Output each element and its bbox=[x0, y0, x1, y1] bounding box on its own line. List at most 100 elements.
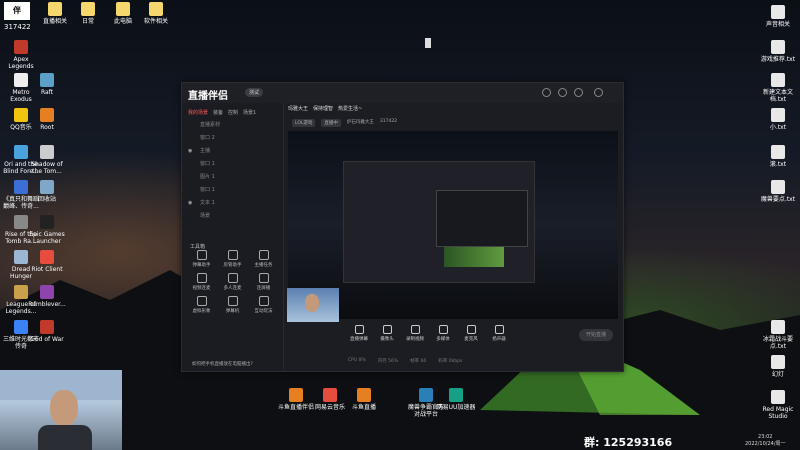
desktop-shortcut-col2-7[interactable]: God of War bbox=[27, 320, 67, 343]
control-button[interactable]: 摄像头 bbox=[376, 323, 398, 351]
minimize-icon[interactable] bbox=[542, 88, 551, 97]
left-tabs: 我的场景 装备 控制 场景1 bbox=[182, 103, 283, 118]
status-metric: 内存 56% bbox=[377, 359, 399, 364]
icon-label: 网易UU加速器 bbox=[436, 404, 476, 411]
desktop-shortcut-col2-3[interactable]: 回收站 bbox=[27, 180, 67, 203]
desktop-file-right-1[interactable]: 游戏推荐.txt bbox=[758, 40, 798, 63]
scene-source-label: 主播 bbox=[200, 148, 211, 154]
desktop-file-right-6[interactable]: 冰霜战斗要点.txt bbox=[758, 320, 798, 350]
desktop-shortcut-col2-1[interactable]: Root bbox=[27, 108, 67, 131]
scene-source-row[interactable]: 窗口 1 bbox=[182, 157, 283, 170]
live-streaming-companion-window[interactable]: 直播伴侣 测试 我的场景 装备 控制 场景1 直播素材窗口 2 ◉ 主播窗口 1 图片… bbox=[181, 82, 624, 372]
toolbox-item[interactable]: 连屏播 bbox=[248, 273, 279, 291]
scene-source-label: 窗口 1 bbox=[200, 187, 215, 193]
desktop-file-right-8[interactable]: Red Magic Studio bbox=[758, 390, 798, 420]
scene-source-label: 直播素材 bbox=[200, 122, 221, 128]
version-badge[interactable]: 测试 bbox=[245, 88, 264, 97]
control-button[interactable]: 扬声器 bbox=[488, 323, 510, 351]
control-label: 录制视频 bbox=[406, 337, 424, 342]
toolbox-item[interactable]: 视频连麦 bbox=[186, 273, 217, 291]
webcam-overlay bbox=[0, 370, 122, 450]
control-label: 直播弹幕 bbox=[350, 337, 368, 342]
desktop-file-right-3[interactable]: 小.txt bbox=[758, 108, 798, 131]
toolbox-item[interactable]: 互动玩法 bbox=[248, 296, 279, 314]
close-icon[interactable] bbox=[594, 88, 603, 97]
control-button[interactable]: 多媒体 bbox=[432, 323, 454, 351]
help-tip-link[interactable]: 如何把手机直播放在电脑播出? bbox=[192, 361, 253, 367]
icon-label: Shadow of the Tom... bbox=[31, 161, 63, 175]
visibility-eye-icon[interactable]: ◉ bbox=[188, 200, 194, 206]
desktop-shortcut-col2-4[interactable]: Epic Games Launcher bbox=[27, 215, 67, 245]
desktop-file-right-5[interactable]: 魔兽要点.txt bbox=[758, 180, 798, 203]
taskbar-app-4[interactable]: 网易UU加速器 bbox=[436, 388, 476, 411]
icon-label: 直播相关 bbox=[42, 18, 67, 25]
control-label: 麦克风 bbox=[464, 337, 478, 342]
app-icon bbox=[40, 145, 54, 159]
control-icon bbox=[382, 325, 392, 334]
desktop-shortcut-col2-6[interactable]: Rumblever... bbox=[27, 285, 67, 308]
control-button[interactable]: 录制视频 bbox=[404, 323, 426, 351]
settings-icon[interactable] bbox=[574, 88, 583, 97]
desktop-center-file-icon[interactable] bbox=[425, 38, 431, 48]
tab-control[interactable]: 控制 bbox=[228, 109, 238, 116]
room-id: 317422 bbox=[379, 119, 398, 124]
scene-source-row[interactable]: 场景 bbox=[182, 209, 283, 222]
system-clock[interactable]: 23:02 2022/10/24/周一 bbox=[745, 434, 786, 448]
scene-source-row[interactable]: 直播素材 bbox=[182, 118, 283, 131]
visibility-eye-icon[interactable]: ◉ bbox=[188, 148, 194, 154]
desktop-shortcut-left-0[interactable]: Apex Legends bbox=[1, 40, 41, 70]
tab-equipment[interactable]: 装备 bbox=[213, 109, 223, 116]
desktop-file-right-7[interactable]: 幻灯 bbox=[758, 355, 798, 378]
tool-label: 视频连麦 bbox=[192, 286, 211, 291]
scene-source-row[interactable]: 窗口 2 bbox=[182, 131, 283, 144]
tab-my-scenes[interactable]: 我的场景 bbox=[188, 109, 208, 116]
toolbox-item[interactable]: 弹幕助手 bbox=[186, 250, 217, 268]
tool-label: 弹幕机 bbox=[225, 309, 240, 314]
desktop-file-right-0[interactable]: 声音相关 bbox=[758, 5, 798, 28]
control-button[interactable]: 麦克风 bbox=[460, 323, 482, 351]
app-icon bbox=[14, 250, 28, 264]
icon-label: Red Magic Studio bbox=[762, 406, 794, 420]
desktop-file-right-4[interactable]: 滚.txt bbox=[758, 145, 798, 168]
app-icon bbox=[40, 250, 54, 264]
scene-source-label: 场景 bbox=[200, 213, 211, 219]
toolbox-item[interactable]: 多人连麦 bbox=[217, 273, 248, 291]
desktop-folder-3[interactable]: 软件相关 bbox=[136, 2, 176, 25]
control-icon bbox=[438, 325, 448, 334]
scene-source-label: 文本 1 bbox=[200, 200, 215, 206]
start-live-button[interactable]: 开始直播 bbox=[579, 329, 613, 341]
toolbox-item[interactable]: 弹幕机 bbox=[217, 296, 248, 314]
scene-source-row[interactable]: ◉ 文本 1 bbox=[182, 196, 283, 209]
scene-source-label: 窗口 1 bbox=[200, 161, 215, 167]
scene-source-row[interactable]: ◉ 主播 bbox=[182, 144, 283, 157]
title-bar[interactable]: 直播伴侣 测试 bbox=[182, 83, 623, 103]
tool-icon bbox=[258, 250, 269, 260]
room-title: 炉石玛雅大王 bbox=[346, 120, 374, 125]
app-icon bbox=[48, 2, 62, 16]
category-tag[interactable]: LOL游戏 bbox=[292, 119, 316, 127]
app-icon bbox=[771, 355, 785, 369]
tool-label: 主播任务 bbox=[254, 263, 273, 268]
toolbox-item[interactable]: 主播任务 bbox=[248, 250, 279, 268]
streamer-body bbox=[38, 425, 92, 450]
maximize-icon[interactable] bbox=[558, 88, 567, 97]
tab-scene-1[interactable]: 场景1 bbox=[243, 109, 256, 116]
group-number: 群: 125293166 bbox=[584, 436, 673, 449]
app-icon bbox=[449, 388, 463, 402]
app-icon bbox=[771, 40, 785, 54]
desktop-folder-1[interactable]: 直播相关 bbox=[35, 2, 75, 25]
taskbar-app-2[interactable]: 斗鱼直播 bbox=[344, 388, 384, 411]
desktop-file-right-2[interactable]: 新建文本文档.txt bbox=[758, 73, 798, 103]
app-icon bbox=[771, 390, 785, 404]
desktop-shortcut-col2-5[interactable]: Riot Client bbox=[27, 250, 67, 273]
app-icon bbox=[771, 320, 785, 334]
scene-source-row[interactable]: 窗口 1 bbox=[182, 183, 283, 196]
desktop-corner-logo: 伴 bbox=[4, 2, 30, 20]
toolbox-item[interactable]: 房管助手 bbox=[217, 250, 248, 268]
desktop-shortcut-col2-0[interactable]: Raft bbox=[27, 73, 67, 96]
scene-source-row[interactable]: 图片 1 bbox=[182, 170, 283, 183]
toolbox-item[interactable]: 虚拟形象 bbox=[186, 296, 217, 314]
webcam-preview-small bbox=[287, 288, 339, 322]
desktop-shortcut-col2-2[interactable]: Shadow of the Tom... bbox=[27, 145, 67, 175]
control-button[interactable]: 直播弹幕 bbox=[348, 323, 370, 351]
